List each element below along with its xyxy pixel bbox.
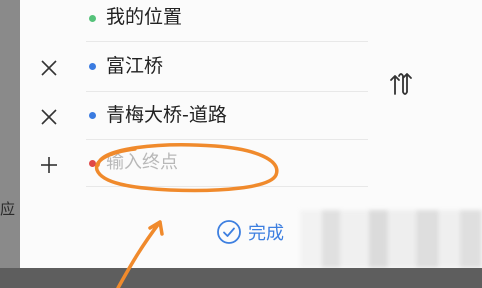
row-divider [86, 186, 368, 187]
route-stop-row[interactable]: 青梅大桥-道路 [20, 94, 400, 138]
check-circle-icon [217, 220, 241, 244]
route-edit-panel: 我的位置 富江桥 青梅大桥-道路 输入终点 完成 [20, 0, 482, 268]
route-stop-row[interactable]: 富江桥 [20, 45, 400, 89]
add-stop-icon[interactable] [38, 154, 60, 176]
route-stop-row[interactable]: 我的位置 [20, 0, 400, 44]
row-divider [86, 91, 368, 92]
waypoint-dot [89, 63, 96, 70]
background-clipped-text: 应 [0, 200, 16, 218]
destination-input[interactable]: 输入终点 [106, 150, 178, 176]
waypoint-dot [89, 112, 96, 119]
destination-row[interactable]: 输入终点 [20, 142, 400, 186]
bottom-bar [0, 268, 482, 288]
start-dot [89, 15, 96, 22]
route-stop-label: 青梅大桥-道路 [106, 104, 227, 126]
destination-dot [89, 160, 96, 167]
route-stop-label: 富江桥 [106, 55, 164, 77]
row-divider [86, 41, 368, 42]
row-divider [86, 139, 368, 140]
blurred-region [300, 210, 482, 268]
remove-stop-icon[interactable] [38, 57, 60, 79]
route-stop-label: 我的位置 [106, 6, 183, 28]
background-left-strip: 应 [0, 0, 20, 288]
remove-stop-icon[interactable] [38, 106, 60, 128]
done-button[interactable]: 完成 [216, 218, 284, 246]
swap-route-icon[interactable] [388, 70, 414, 98]
done-label: 完成 [248, 223, 284, 244]
